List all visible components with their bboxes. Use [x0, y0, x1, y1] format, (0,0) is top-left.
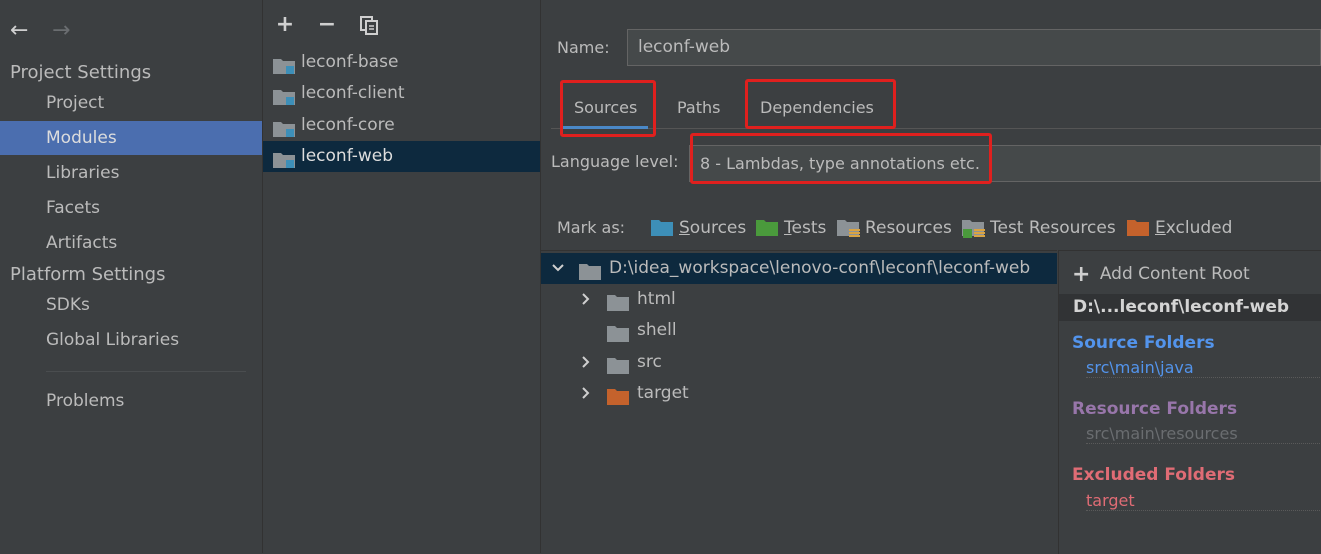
remove-module-icon[interactable]: −: [314, 12, 340, 38]
modules-list-panel: + − leconf-base leconf-client leconf-cor…: [263, 0, 541, 553]
mark-as-label-text: ests: [791, 218, 827, 238]
mark-as-label: Mark as:: [557, 218, 626, 237]
sidebar-item-facets[interactable]: Facets: [0, 191, 262, 225]
tree-item-label: shell: [637, 320, 677, 340]
module-label: leconf-core: [301, 115, 395, 135]
excluded-folder-icon: [607, 385, 629, 416]
mnemonic-key: S: [679, 218, 690, 238]
sidebar-separator: [46, 371, 246, 372]
sidebar-item-problems[interactable]: Problems: [0, 384, 262, 418]
sidebar-item-project[interactable]: Project: [0, 86, 262, 120]
tree-item-shell[interactable]: shell: [541, 315, 1057, 346]
excluded-folder-path[interactable]: target: [1086, 491, 1321, 511]
module-settings-panel: Name: leconf-web Sources Paths Dependenc…: [541, 0, 1321, 554]
resources-folder-icon: [837, 219, 861, 246]
forward-arrow-icon[interactable]: →: [52, 18, 70, 44]
tree-item-label: src: [637, 352, 662, 372]
source-folders-heading: Source Folders: [1072, 333, 1215, 353]
copy-module-icon[interactable]: [356, 12, 382, 38]
mark-as-label-text: xcluded: [1165, 218, 1233, 238]
add-module-icon[interactable]: +: [272, 12, 298, 38]
mark-as-label-text: Test Resources: [990, 218, 1116, 238]
content-root-tree: D:\idea_workspace\lenovo-conf\leconf\lec…: [541, 250, 1057, 554]
content-roots-panel: + Add Content Root D:\...leconf\leconf-w…: [1058, 250, 1321, 554]
tabs-divider: [551, 128, 1321, 129]
tests-folder-icon: [756, 219, 780, 244]
mnemonic-key: E: [1155, 218, 1166, 238]
module-label: leconf-web: [301, 146, 394, 166]
module-label: leconf-base: [301, 52, 399, 72]
sidebar-item-modules[interactable]: Modules: [0, 121, 262, 155]
add-content-root-button[interactable]: + Add Content Root: [1072, 261, 1250, 287]
add-content-root-label: Add Content Root: [1099, 264, 1250, 284]
sidebar-item-libraries[interactable]: Libraries: [0, 156, 262, 190]
platform-settings-heading: Platform Settings: [10, 264, 166, 285]
tree-item-label: html: [637, 289, 676, 309]
excluded-folder-icon: [1127, 219, 1151, 244]
name-label: Name:: [557, 38, 610, 57]
sources-tab-highlight: [560, 80, 656, 137]
tree-item-src[interactable]: src: [541, 347, 1057, 378]
language-level-highlight: [690, 133, 992, 184]
test-resources-folder-icon: [962, 219, 986, 246]
module-item-leconf-core[interactable]: leconf-core: [263, 110, 540, 141]
plus-icon: +: [1072, 262, 1091, 287]
tab-paths[interactable]: Paths: [665, 88, 732, 128]
source-folder-path[interactable]: src\main\java: [1086, 358, 1321, 378]
language-level-label: Language level:: [551, 152, 679, 171]
mark-as-label-text: ources: [689, 218, 747, 238]
tree-root-label: D:\idea_workspace\lenovo-conf\leconf\lec…: [609, 258, 1031, 278]
content-root-path: D:\...leconf\leconf-web: [1059, 294, 1321, 321]
dependencies-tab-highlight: [745, 79, 896, 129]
excluded-folders-heading: Excluded Folders: [1072, 465, 1236, 485]
chevron-right-icon[interactable]: [579, 379, 593, 419]
back-arrow-icon[interactable]: ←: [10, 18, 28, 44]
module-item-leconf-client[interactable]: leconf-client: [263, 78, 540, 109]
sources-folder-icon: [651, 219, 675, 244]
mark-as-label-text: Resources: [865, 218, 952, 238]
module-name-field[interactable]: leconf-web: [627, 29, 1321, 66]
sidebar-item-global-libraries[interactable]: Global Libraries: [0, 323, 262, 357]
resource-folder-path[interactable]: src\main\resources: [1086, 424, 1321, 444]
module-label: leconf-client: [301, 83, 405, 103]
module-item-leconf-web[interactable]: leconf-web: [263, 141, 540, 172]
tree-root-row[interactable]: D:\idea_workspace\lenovo-conf\leconf\lec…: [541, 253, 1057, 284]
settings-sidebar: ← → Project Settings Project Modules Lib…: [0, 0, 263, 553]
tree-item-label: target: [637, 383, 689, 403]
mnemonic-key: T: [784, 218, 792, 238]
resource-folders-heading: Resource Folders: [1072, 399, 1238, 419]
sidebar-item-artifacts[interactable]: Artifacts: [0, 226, 262, 260]
module-item-leconf-base[interactable]: leconf-base: [263, 47, 540, 78]
tree-item-target[interactable]: target: [541, 378, 1057, 409]
module-folder-icon: [273, 149, 297, 180]
tree-item-html[interactable]: html: [541, 284, 1057, 315]
project-settings-heading: Project Settings: [10, 62, 152, 83]
sidebar-item-sdks[interactable]: SDKs: [0, 288, 262, 322]
